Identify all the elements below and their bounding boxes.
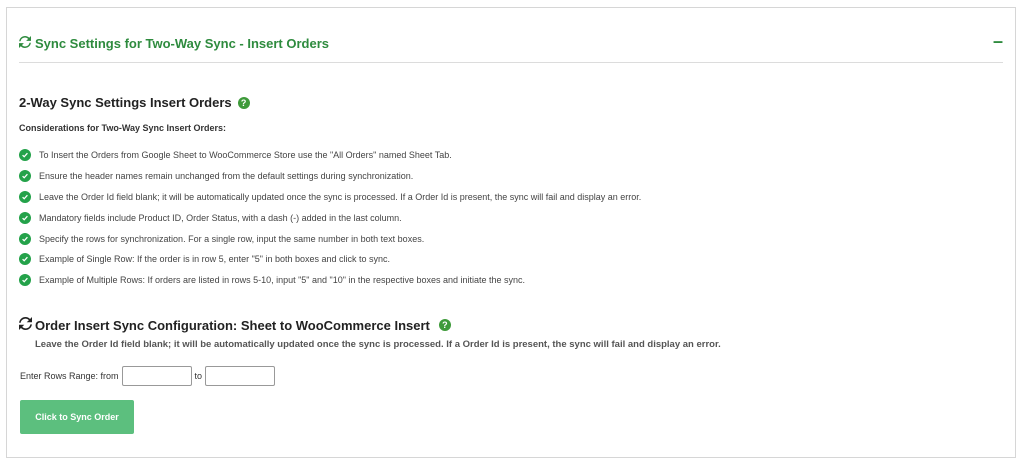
check-circle-icon [19, 253, 31, 266]
collapse-icon[interactable]: – [993, 32, 1003, 50]
check-circle-icon [19, 232, 31, 245]
sync-icon [19, 36, 31, 51]
list-item: Ensure the header names remain unchanged… [19, 166, 641, 187]
list-item-text: Ensure the header names remain unchanged… [39, 171, 414, 182]
range-from-input[interactable] [121, 366, 192, 386]
check-circle-icon [19, 274, 31, 287]
range-to-input[interactable] [205, 366, 276, 386]
rows-range-row: Enter Rows Range: from to [20, 366, 278, 386]
sync-order-button[interactable]: Click to Sync Order [20, 400, 134, 434]
panel-header[interactable]: Sync Settings for Two-Way Sync - Insert … [19, 30, 1003, 63]
list-item-text: Mandatory fields include Product ID, Ord… [39, 212, 402, 223]
check-circle-icon [19, 211, 31, 224]
list-item: Example of Single Row: If the order is i… [19, 249, 641, 270]
range-from-label: Enter Rows Range: from [20, 371, 119, 381]
list-item-text: To Insert the Orders from Google Sheet t… [39, 150, 452, 161]
sync-icon [19, 317, 32, 333]
check-circle-icon [19, 149, 31, 162]
list-item: Specify the rows for synchronization. Fo… [19, 228, 641, 249]
list-item-text: Specify the rows for synchronization. Fo… [39, 233, 425, 244]
list-item: Example of Multiple Rows: If orders are … [19, 270, 641, 291]
config-heading-text: Order Insert Sync Configuration: Sheet t… [35, 317, 430, 333]
check-circle-icon [19, 190, 31, 203]
considerations-label: Considerations for Two-Way Sync Insert O… [19, 123, 227, 133]
list-item: Leave the Order Id field blank; it will … [19, 187, 641, 208]
config-heading: Order Insert Sync Configuration: Sheet t… [19, 317, 451, 333]
help-icon[interactable]: ? [438, 319, 451, 331]
list-item: Mandatory fields include Product ID, Ord… [19, 207, 641, 228]
check-circle-icon [19, 170, 31, 183]
section-heading: 2-Way Sync Settings Insert Orders ? [19, 95, 250, 110]
list-item-text: Leave the Order Id field blank; it will … [39, 191, 642, 202]
range-to-label: to [194, 371, 203, 381]
list-item: To Insert the Orders from Google Sheet t… [19, 145, 641, 166]
help-icon[interactable]: ? [237, 96, 250, 109]
considerations-list: To Insert the Orders from Google Sheet t… [19, 145, 641, 291]
panel-title-text: Sync Settings for Two-Way Sync - Insert … [35, 36, 330, 51]
list-item-text: Example of Multiple Rows: If orders are … [39, 275, 526, 286]
panel-title: Sync Settings for Two-Way Sync - Insert … [19, 36, 329, 51]
section-heading-text: 2-Way Sync Settings Insert Orders [19, 95, 232, 110]
list-item-text: Example of Single Row: If the order is i… [39, 254, 391, 265]
config-note: Leave the Order Id field blank; it will … [35, 339, 721, 350]
sync-settings-panel: Sync Settings for Two-Way Sync - Insert … [6, 7, 1016, 458]
